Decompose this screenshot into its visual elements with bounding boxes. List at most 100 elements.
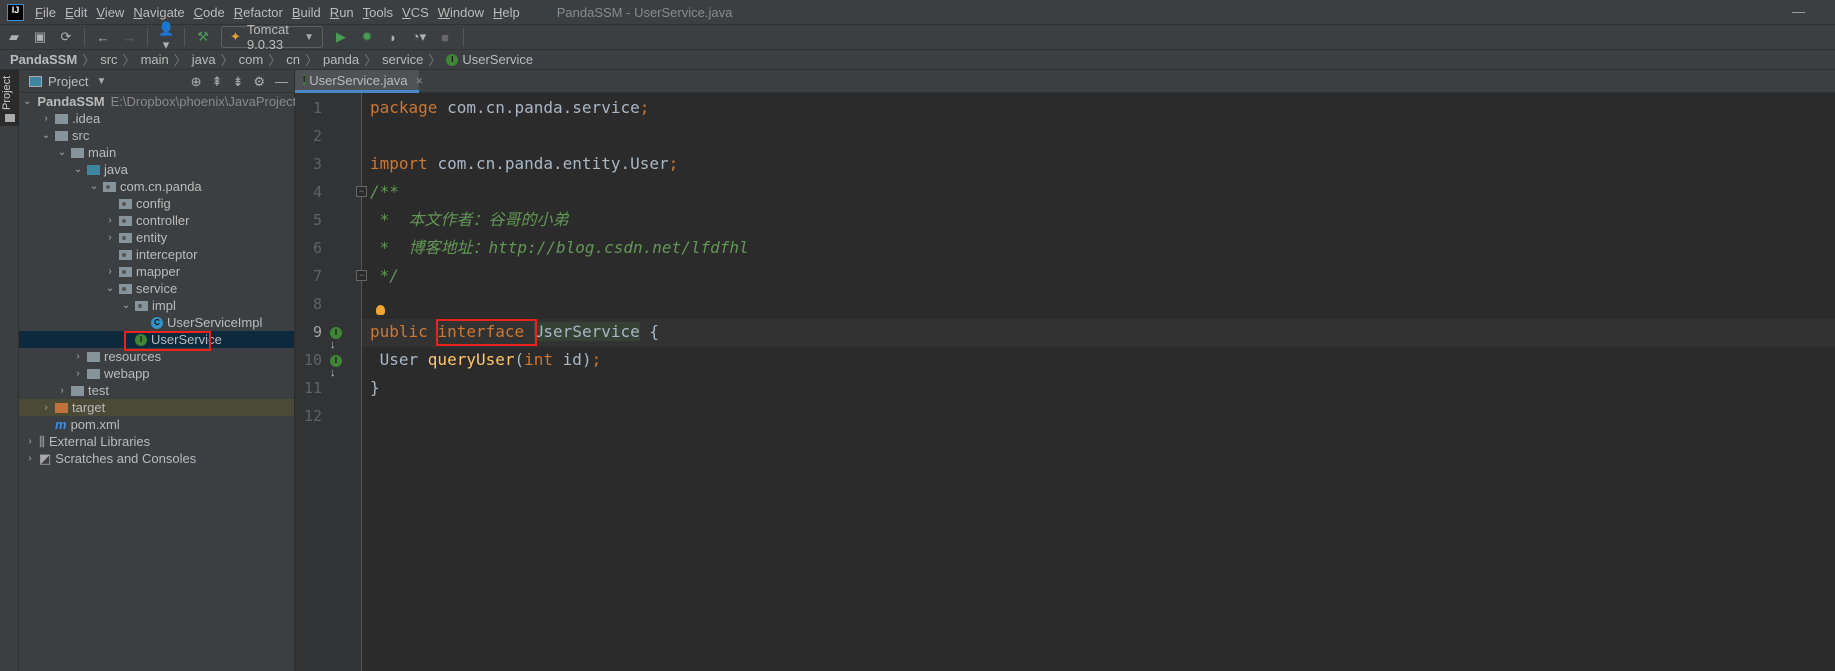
chevron-right-icon[interactable]: ›: [39, 113, 53, 124]
tree-item[interactable]: interceptor: [19, 246, 294, 263]
menu-help[interactable]: Help: [493, 5, 520, 20]
expand-all-icon[interactable]: ⇞: [212, 74, 223, 90]
chevron-down-icon[interactable]: ⌄: [71, 164, 85, 175]
tree-item[interactable]: › ◩ Scratches and Consoles: [19, 450, 294, 467]
tree-item[interactable]: › mapper: [19, 263, 294, 280]
menu-run[interactable]: Run: [330, 5, 354, 20]
chevron-down-icon[interactable]: ▼: [96, 76, 106, 87]
gear-icon[interactable]: ⚙: [253, 74, 265, 90]
tree-item-label: test: [88, 383, 109, 398]
code-token: com.cn.panda.service: [447, 98, 640, 117]
breadcrumb-item[interactable]: cn: [286, 52, 300, 67]
menu-vcs[interactable]: VCS: [402, 5, 429, 20]
chevron-right-icon[interactable]: ›: [55, 385, 69, 396]
code-editor[interactable]: package com.cn.panda.service; import com.…: [362, 93, 1835, 671]
tree-item[interactable]: ⌄ main: [19, 144, 294, 161]
tree-item-label: External Libraries: [48, 434, 151, 449]
chevron-right-icon[interactable]: ›: [71, 351, 85, 362]
chevron-down-icon[interactable]: ⌄: [55, 147, 69, 158]
breadcrumb-item[interactable]: PandaSSM: [10, 52, 77, 67]
chevron-down-icon[interactable]: ⌄: [39, 130, 53, 141]
tree-item[interactable]: ⌄ java: [19, 161, 294, 178]
tree-item[interactable]: › test: [19, 382, 294, 399]
breadcrumb-item[interactable]: main: [141, 52, 169, 67]
lightbulb-icon[interactable]: [376, 305, 385, 315]
minimize-button[interactable]: —: [1792, 4, 1805, 19]
tree-item[interactable]: ⌄ PandaSSM E:\Dropbox\phoenix\JavaProjects…: [19, 93, 322, 110]
tree-item-label: pom.xml: [70, 417, 120, 432]
coverage-icon[interactable]: ◗: [385, 30, 401, 45]
menu-navigate[interactable]: Navigate: [133, 5, 184, 20]
chevron-right-icon[interactable]: ›: [103, 215, 117, 226]
close-icon[interactable]: ×: [416, 73, 424, 88]
tab-userservice-java[interactable]: I UserService.java ×: [295, 70, 423, 93]
breadcrumb-item[interactable]: com: [239, 52, 264, 67]
tree-item[interactable]: › .idea: [19, 110, 294, 127]
chevron-down-icon[interactable]: ⌄: [23, 96, 31, 107]
breadcrumb-item[interactable]: java: [192, 52, 216, 67]
save-icon[interactable]: ▣: [32, 29, 48, 45]
web-folder-icon: [87, 368, 100, 379]
menu-window[interactable]: Window: [438, 5, 484, 20]
tree-item[interactable]: › target: [19, 399, 294, 416]
build-hammer-icon[interactable]: ⚒: [195, 29, 211, 45]
project-tool-tab[interactable]: Project: [0, 70, 19, 126]
hide-icon[interactable]: —: [275, 74, 288, 90]
profile-icon[interactable]: ◔▾: [411, 29, 427, 45]
code-token: {: [639, 322, 660, 341]
tree-item[interactable]: C UserServiceImpl: [19, 314, 294, 331]
chevron-down-icon[interactable]: ⌄: [87, 181, 101, 192]
forward-icon[interactable]: →: [121, 30, 137, 45]
tree-item[interactable]: config: [19, 195, 294, 212]
chevron-right-icon[interactable]: ›: [103, 266, 117, 277]
breadcrumb-item[interactable]: UserService: [462, 52, 533, 67]
tree-item[interactable]: ⌄ service: [19, 280, 294, 297]
menu-edit[interactable]: Edit: [65, 5, 87, 20]
sync-icon[interactable]: ⟳: [58, 29, 74, 45]
menu-view[interactable]: View: [96, 5, 124, 20]
source-folder-icon: [87, 164, 100, 175]
tree-item[interactable]: ⌄ com.cn.panda: [19, 178, 294, 195]
code-line: import com.cn.panda.entity.User;: [370, 150, 678, 178]
annotation-highlight-box: [436, 319, 537, 346]
collapse-all-icon[interactable]: ⇟: [232, 74, 243, 90]
chevron-down-icon[interactable]: ⌄: [119, 300, 133, 311]
run-configuration-select[interactable]: ✦ Tomcat 9.0.33 ▼: [221, 22, 323, 52]
tree-item[interactable]: › entity: [19, 229, 294, 246]
breadcrumb-item[interactable]: panda: [323, 52, 359, 67]
tree-item[interactable]: › ⫼ External Libraries: [19, 433, 294, 450]
tree-item[interactable]: › controller: [19, 212, 294, 229]
implemented-interface-icon[interactable]: I↓: [330, 325, 348, 351]
breadcrumb-separator: 〉: [173, 53, 187, 68]
code-token: import: [370, 154, 438, 173]
menu-code[interactable]: Code: [194, 5, 225, 20]
tree-item[interactable]: › webapp: [19, 365, 294, 382]
fold-icon[interactable]: −: [356, 270, 367, 281]
chevron-down-icon[interactable]: ⌄: [103, 283, 117, 294]
chevron-right-icon[interactable]: ›: [71, 368, 85, 379]
locate-icon[interactable]: ⊕: [191, 74, 202, 90]
package-icon: [119, 232, 132, 243]
code-token: (: [514, 350, 525, 369]
menu-refactor[interactable]: Refactor: [234, 5, 283, 20]
back-icon[interactable]: ←: [95, 30, 111, 45]
tree-item[interactable]: m pom.xml: [19, 416, 294, 433]
implemented-method-icon[interactable]: I↓: [330, 353, 348, 379]
tree-item[interactable]: ⌄ src: [19, 127, 294, 144]
fold-icon[interactable]: −: [356, 186, 367, 197]
chevron-right-icon[interactable]: ›: [23, 436, 37, 447]
breadcrumb-item[interactable]: service: [382, 52, 423, 67]
debug-icon[interactable]: ✹: [359, 29, 375, 45]
menu-build[interactable]: Build: [292, 5, 321, 20]
chevron-right-icon[interactable]: ›: [39, 402, 53, 413]
run-icon[interactable]: ▶: [333, 29, 349, 45]
project-view-select[interactable]: Project: [48, 74, 88, 89]
breadcrumb-item[interactable]: src: [100, 52, 117, 67]
menu-file[interactable]: File: [35, 5, 56, 20]
menu-tools[interactable]: Tools: [363, 5, 393, 20]
stop-icon[interactable]: ■: [437, 30, 453, 45]
chevron-right-icon[interactable]: ›: [103, 232, 117, 243]
tree-item[interactable]: ⌄ impl: [19, 297, 294, 314]
chevron-right-icon[interactable]: ›: [23, 453, 37, 464]
open-folder-icon[interactable]: ▰: [6, 29, 22, 45]
